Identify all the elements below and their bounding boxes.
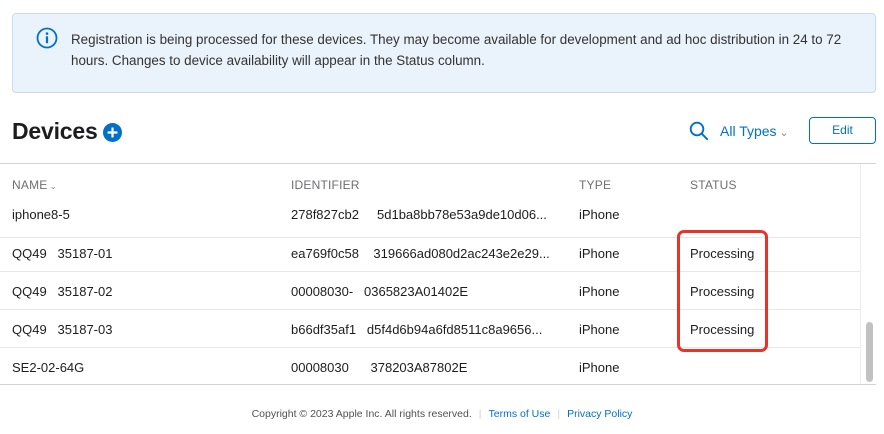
info-banner: Registration is being processed for thes… [12, 13, 876, 93]
banner-message: Registration is being processed for thes… [71, 32, 842, 68]
device-identifier: ea769f0c58 319666ad080d2ac243e2e29... [291, 246, 550, 261]
device-name: SE2-02-64G [12, 360, 85, 375]
type-filter-label: All Types [720, 123, 777, 139]
edit-button[interactable]: Edit [809, 117, 876, 144]
footer-divider: | [478, 408, 482, 420]
chevron-down-icon: ⌄ [779, 127, 789, 139]
device-name: QQ49 35187-02 [12, 284, 113, 299]
page-title: Devices [12, 118, 98, 144]
scrollbar-thumb[interactable] [866, 322, 873, 382]
device-type: iPhone [579, 207, 620, 222]
table-row[interactable]: SE2-02-64G 00008030 378203A87802E iPhone [0, 348, 860, 384]
column-header-name[interactable]: NAME ⌄ [12, 178, 57, 192]
plus-circle-icon[interactable] [103, 123, 122, 142]
device-type: iPhone [579, 284, 620, 299]
footer-divider: | [557, 408, 561, 420]
highlight-annotation [677, 230, 768, 352]
device-type: iPhone [579, 360, 620, 375]
info-icon [36, 27, 58, 49]
device-type: iPhone [579, 322, 620, 337]
column-header-identifier[interactable]: IDENTIFIER [291, 178, 360, 192]
column-header-label: NAME [12, 178, 48, 192]
device-type: iPhone [579, 246, 620, 261]
device-identifier: 278f827cb2 5d1ba8bb78e53a9de10d06... [291, 207, 547, 222]
footer: Copyright © 2023 Apple Inc. All rights r… [0, 408, 884, 420]
copyright-text: Copyright © 2023 Apple Inc. All rights r… [251, 408, 472, 420]
type-filter-dropdown[interactable]: All Types ⌄ [720, 123, 789, 139]
terms-of-use-link[interactable]: Terms of Use [488, 408, 550, 420]
search-icon[interactable] [689, 121, 709, 141]
device-name: QQ49 35187-01 [12, 246, 113, 261]
privacy-policy-link[interactable]: Privacy Policy [567, 408, 632, 420]
page: Registration is being processed for thes… [0, 0, 884, 434]
device-identifier: 00008030- 0365823A01402E [291, 284, 469, 299]
device-identifier: 00008030 378203A87802E [291, 360, 468, 375]
device-name: iphone8-5 [12, 207, 70, 222]
sort-chevron-icon: ⌄ [49, 181, 58, 191]
device-name: QQ49 35187-03 [12, 322, 113, 337]
column-header-type[interactable]: TYPE [579, 178, 611, 192]
device-identifier: b66df35af1 d5f4d6b94a6fd8511c8a9656... [291, 322, 543, 337]
column-header-status[interactable]: STATUS [690, 178, 737, 192]
